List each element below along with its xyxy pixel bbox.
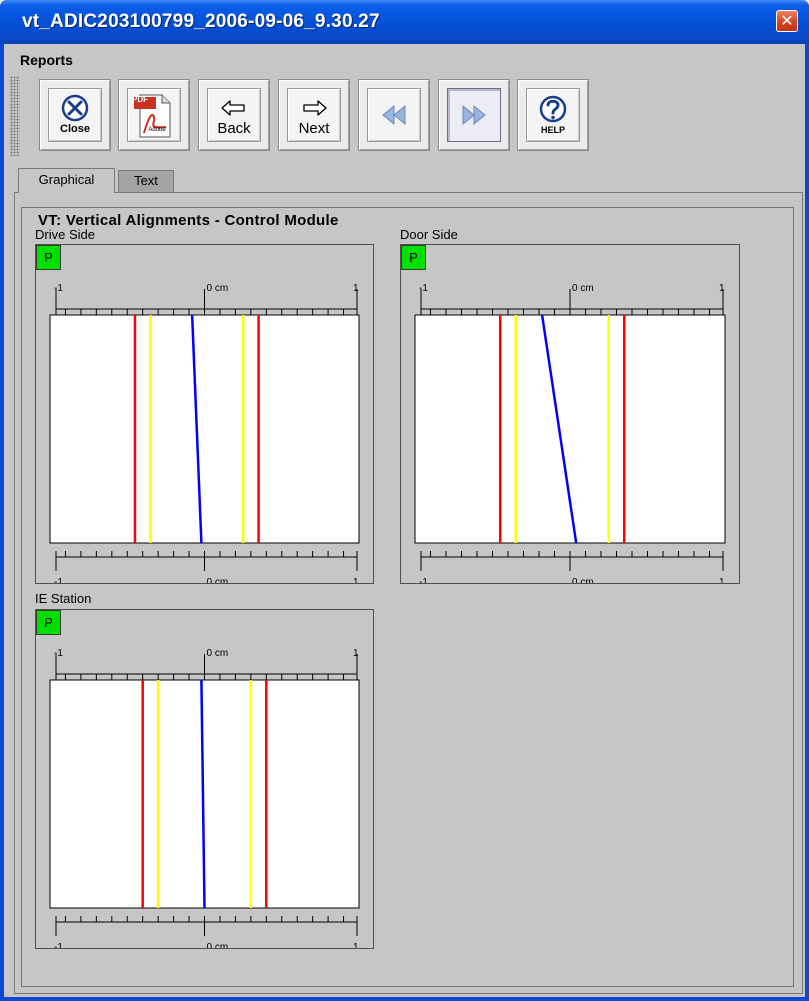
pass-status-badge: P <box>36 610 61 635</box>
top-tick-label-max: 1 <box>353 283 359 294</box>
top-tick-label-center: 0 cm <box>572 283 594 294</box>
bottom-tick-label-center: 0 cm <box>207 942 229 948</box>
chart-title-ie-station: IE Station <box>35 591 92 606</box>
window-close-button[interactable]: ✕ <box>776 10 798 32</box>
top-tick-label-min: -1 <box>54 283 63 294</box>
close-icon: ✕ <box>780 11 794 30</box>
fast-forward-icon <box>462 104 486 126</box>
chart-door-side: -1 -1 0 cm 0 cm 1 1 P <box>400 244 740 584</box>
bottom-tick-label-min: -1 <box>54 942 63 948</box>
top-tick-label-max: 1 <box>719 283 725 294</box>
plot-area <box>49 314 360 544</box>
chart-plot-svg: -1 -1 0 cm 0 cm 1 1 <box>414 283 726 583</box>
pass-status-badge: P <box>36 245 61 270</box>
graphical-tab-panel: VT: Vertical Alignments - Control Module… <box>14 192 803 994</box>
top-tick-label-center: 0 cm <box>207 648 229 659</box>
rewind-icon <box>382 104 406 126</box>
rewind-button-face <box>367 88 421 142</box>
fast-forward-button[interactable] <box>438 79 510 151</box>
top-tick-label-min: -1 <box>54 648 63 659</box>
fast-forward-button-face <box>447 88 501 142</box>
help-button-face: HELP <box>526 88 580 142</box>
export-pdf-button[interactable]: PDF Adobe <box>118 79 190 151</box>
bottom-tick-label-max: 1 <box>353 942 359 948</box>
pass-status-badge: P <box>401 245 426 270</box>
title-bar[interactable]: vt_ADIC203100799_2006-09-06_9.30.27 ✕ <box>0 0 809 44</box>
window-title: vt_ADIC203100799_2006-09-06_9.30.27 <box>22 11 380 32</box>
next-button[interactable]: Next <box>278 79 350 151</box>
chart-ie-station: -1 -1 0 cm 0 cm 1 1 P <box>35 609 374 949</box>
help-button[interactable]: HELP <box>517 79 589 151</box>
menu-reports[interactable]: Reports <box>20 52 73 68</box>
menu-bar: Reports <box>4 44 805 74</box>
tab-graphical[interactable]: Graphical <box>18 168 115 193</box>
chart-title-drive-side: Drive Side <box>35 227 95 242</box>
next-button-label: Next <box>298 120 330 137</box>
window-client-area: Reports Close PDF Adobe Back Next HELP G… <box>4 44 805 997</box>
back-button-label: Back <box>217 120 251 137</box>
close-button-label: Close <box>60 123 90 135</box>
top-tick-label-max: 1 <box>353 648 359 659</box>
bottom-tick-label-max: 1 <box>719 577 725 583</box>
chart-drive-side: -1 -1 0 cm 0 cm 1 1 P <box>35 244 374 584</box>
bottom-tick-label-max: 1 <box>353 577 359 583</box>
next-button-face: Next <box>287 88 341 142</box>
toolbar-grip[interactable] <box>10 76 20 156</box>
top-tick-label-min: -1 <box>419 283 428 294</box>
toolbar: Close PDF Adobe Back Next HELP <box>10 76 790 156</box>
pdf-badge-label: PDF <box>132 95 148 104</box>
help-button-label: HELP <box>540 125 565 135</box>
close-report-button[interactable]: Close <box>39 79 111 151</box>
pdf-adobe-label: Adobe <box>148 127 166 133</box>
bottom-tick-label-min: -1 <box>419 577 428 583</box>
chart-plot-svg: -1 -1 0 cm 0 cm 1 1 <box>49 283 360 583</box>
close-button-face: Close <box>48 88 102 142</box>
bottom-tick-label-center: 0 cm <box>207 577 229 583</box>
report-window: vt_ADIC203100799_2006-09-06_9.30.27 ✕ Re… <box>0 0 809 1001</box>
top-tick-label-center: 0 cm <box>207 283 229 294</box>
chart-plot-svg: -1 -1 0 cm 0 cm 1 1 <box>49 648 360 948</box>
bottom-tick-label-center: 0 cm <box>572 577 594 583</box>
chart-title-door-side: Door Side <box>400 227 458 242</box>
bottom-tick-label-min: -1 <box>54 577 63 583</box>
back-button-face: Back <box>207 88 261 142</box>
view-tabs: Graphical Text <box>18 168 798 193</box>
back-button[interactable]: Back <box>198 79 270 151</box>
rewind-button[interactable] <box>358 79 430 151</box>
tab-text[interactable]: Text <box>118 170 174 192</box>
pdf-button-face: PDF Adobe <box>127 88 181 142</box>
